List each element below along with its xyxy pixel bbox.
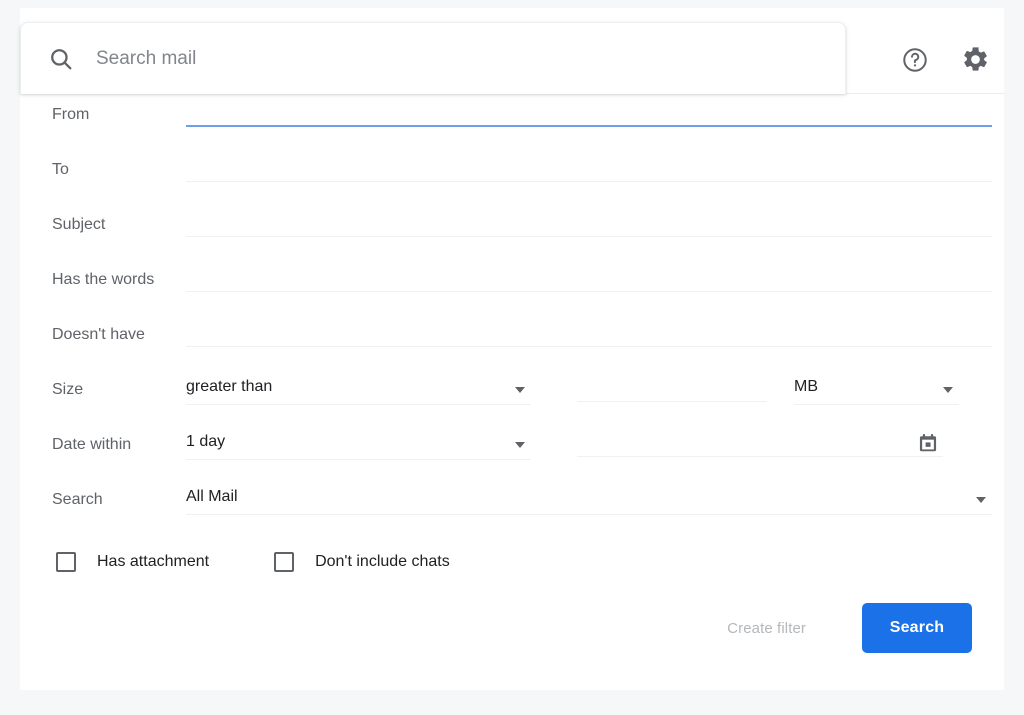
has-attachment-label: Has attachment xyxy=(97,553,209,571)
exclude-chats-checkbox-item[interactable]: Don't include chats xyxy=(274,552,450,572)
has-attachment-checkbox-item[interactable]: Has attachment xyxy=(56,552,209,572)
settings-button[interactable] xyxy=(958,44,992,78)
label-to: To xyxy=(20,149,186,184)
search-button[interactable]: Search xyxy=(862,603,972,653)
fields-to xyxy=(186,149,1004,182)
row-size: Size greater than MB xyxy=(20,369,1004,424)
row-from: From xyxy=(20,94,1004,149)
search-input[interactable] xyxy=(96,44,845,74)
doesnt-have-input[interactable] xyxy=(186,318,992,347)
help-circle-icon xyxy=(901,46,929,77)
label-subject: Subject xyxy=(20,204,186,239)
date-picker-wrap xyxy=(531,428,943,457)
size-amount-input[interactable] xyxy=(577,373,767,402)
subject-input[interactable] xyxy=(186,208,992,237)
search-scope-value: All Mail xyxy=(186,487,238,511)
label-size: Size xyxy=(20,369,186,404)
row-doesnt-have: Doesn't have xyxy=(20,314,1004,369)
label-doesnt-have: Doesn't have xyxy=(20,314,186,349)
header-actions xyxy=(898,44,992,78)
label-has-words: Has the words xyxy=(20,259,186,294)
chevron-down-icon xyxy=(515,387,525,393)
calendar-icon[interactable] xyxy=(917,432,939,454)
label-from: From xyxy=(20,94,186,129)
exclude-chats-label: Don't include chats xyxy=(315,553,450,571)
from-input[interactable] xyxy=(186,98,992,127)
fields-date-within: 1 day xyxy=(186,424,1004,460)
date-range-select[interactable]: 1 day xyxy=(186,428,531,460)
size-unit-select[interactable]: MB xyxy=(794,373,959,405)
row-has-words: Has the words xyxy=(20,259,1004,314)
search-bar[interactable] xyxy=(20,22,846,94)
fields-doesnt-have xyxy=(186,314,1004,347)
advanced-search-form: From To Subject Has the xyxy=(20,94,1004,653)
fields-size: greater than MB xyxy=(186,369,1004,405)
row-date-within: Date within 1 day xyxy=(20,424,1004,479)
row-search-scope: Search All Mail xyxy=(20,479,1004,534)
label-search-scope: Search xyxy=(20,479,186,514)
fields-from xyxy=(186,94,1004,127)
to-input[interactable] xyxy=(186,153,992,182)
search-header xyxy=(20,8,1004,94)
action-buttons: Create filter Search xyxy=(20,603,1004,653)
row-to: To xyxy=(20,149,1004,204)
fields-has-words xyxy=(186,259,1004,292)
has-attachment-checkbox[interactable] xyxy=(56,552,76,572)
has-words-input[interactable] xyxy=(186,263,992,292)
date-range-value: 1 day xyxy=(186,432,225,456)
row-subject: Subject xyxy=(20,204,1004,259)
fields-search-scope: All Mail xyxy=(186,479,1004,515)
search-icon xyxy=(47,45,75,73)
exclude-chats-checkbox[interactable] xyxy=(274,552,294,572)
advanced-search-card: From To Subject Has the xyxy=(20,8,1004,690)
checkbox-row: Has attachment Don't include chats xyxy=(20,534,1004,590)
label-date-within: Date within xyxy=(20,424,186,459)
chevron-down-icon xyxy=(976,497,986,503)
size-operator-value: greater than xyxy=(186,377,272,401)
chevron-down-icon xyxy=(515,442,525,448)
date-input[interactable] xyxy=(577,428,943,457)
help-button[interactable] xyxy=(898,44,932,78)
size-operator-select[interactable]: greater than xyxy=(186,373,531,405)
fields-subject xyxy=(186,204,1004,237)
size-unit-value: MB xyxy=(794,377,818,401)
gear-icon xyxy=(961,45,990,77)
create-filter-button[interactable]: Create filter xyxy=(715,610,818,647)
search-scope-select[interactable]: All Mail xyxy=(186,483,992,515)
advanced-search-page: From To Subject Has the xyxy=(0,0,1024,715)
chevron-down-icon xyxy=(943,387,953,393)
